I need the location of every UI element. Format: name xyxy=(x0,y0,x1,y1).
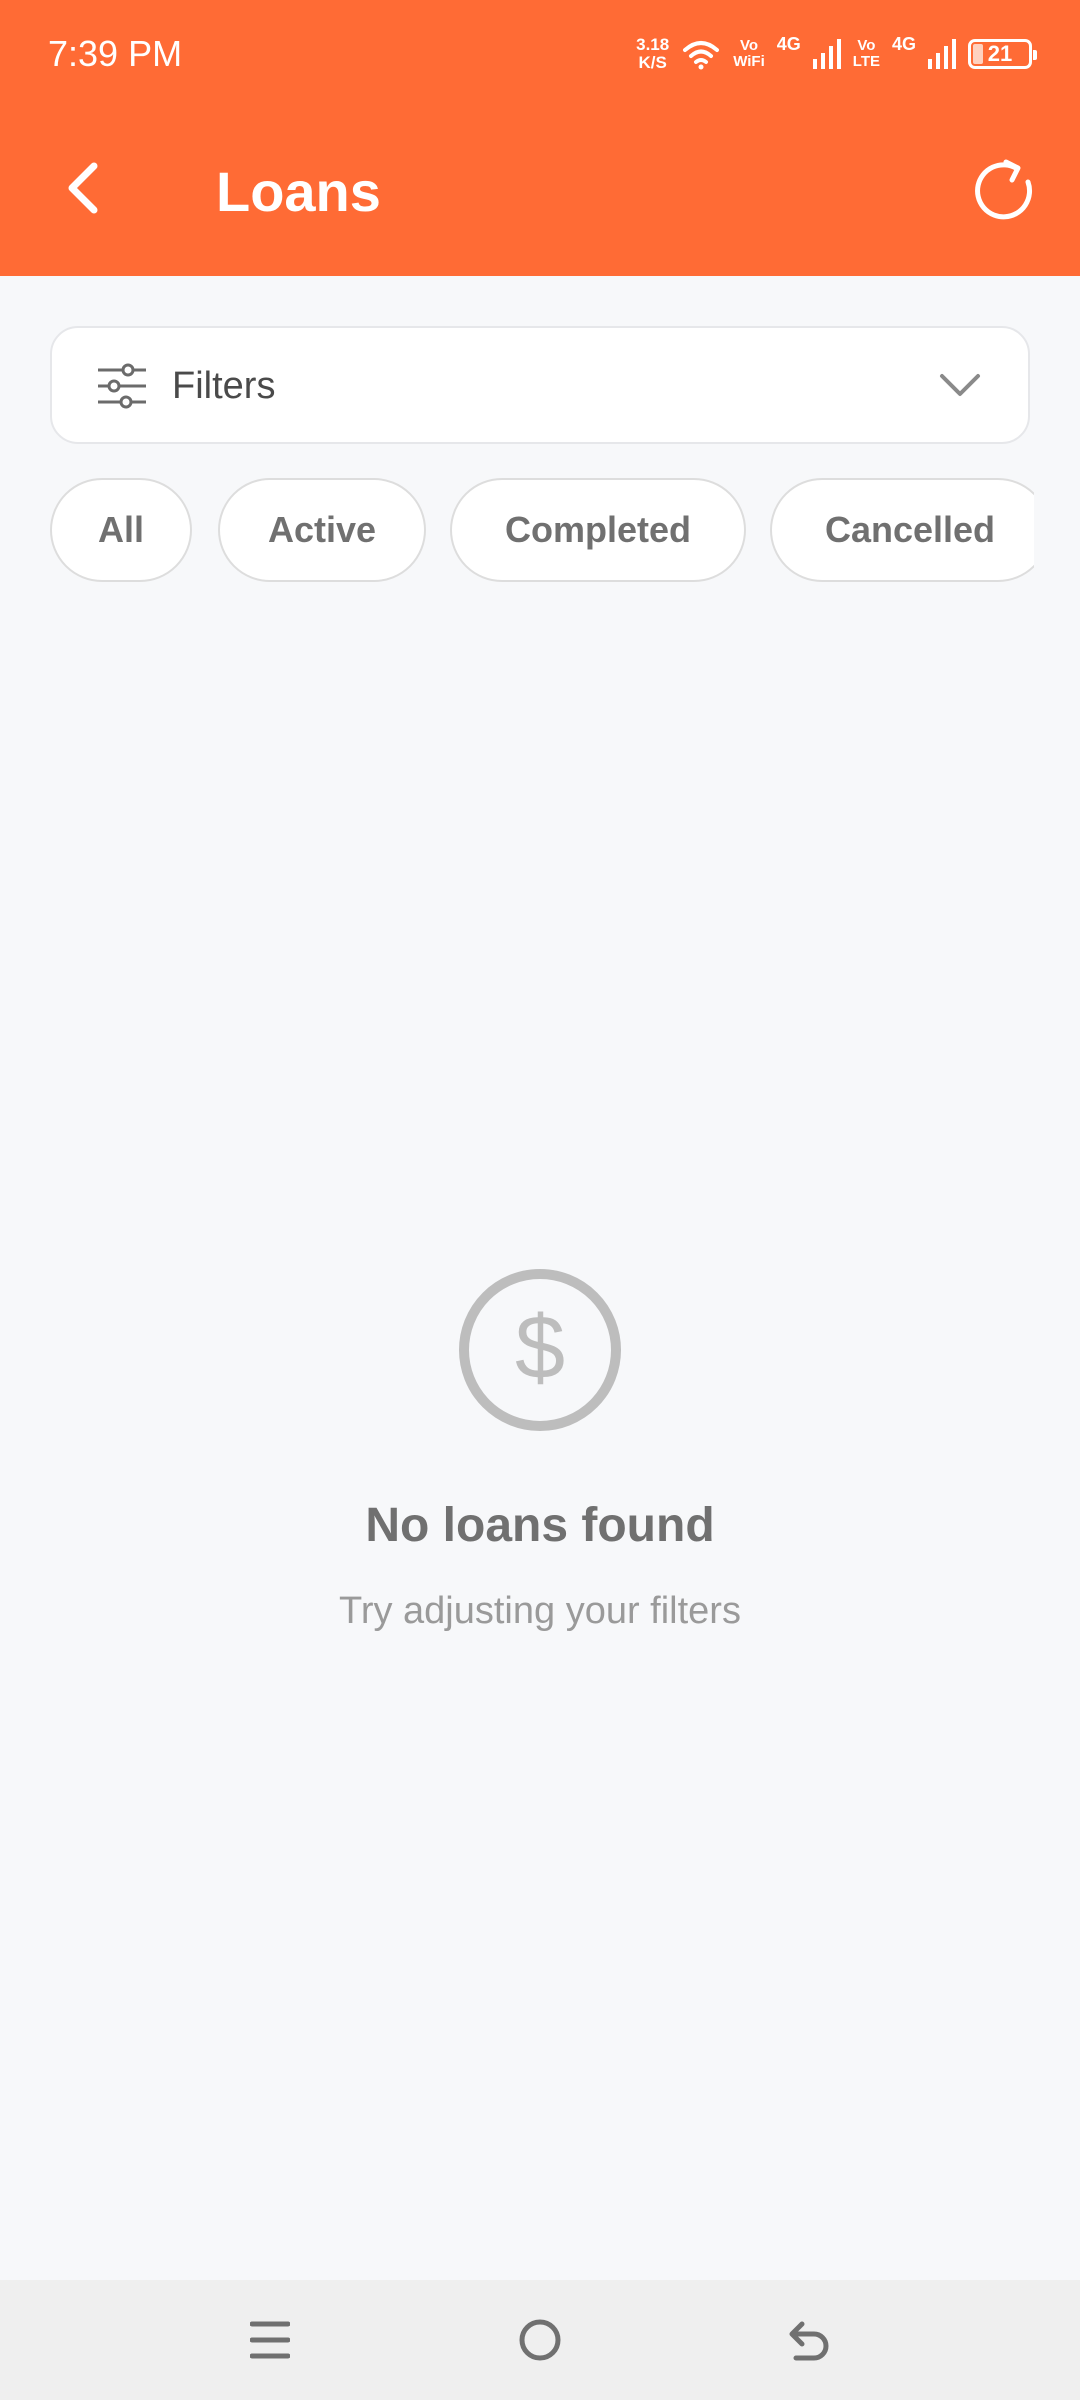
nav-menu-button[interactable] xyxy=(238,2308,302,2372)
network-speed: 3.18 K/S xyxy=(636,36,669,72)
empty-state-subtitle: Try adjusting your filters xyxy=(339,1590,741,1632)
chevron-left-icon xyxy=(68,162,98,214)
vowifi-tag: Vo WiFi xyxy=(733,38,765,70)
system-nav-bar xyxy=(0,2280,1080,2400)
chevron-down-icon xyxy=(940,374,980,396)
signal2-tag: 4G xyxy=(891,34,916,54)
wifi-icon xyxy=(683,41,720,70)
empty-state-title: No loans found xyxy=(365,1499,715,1552)
signal-icon xyxy=(812,39,841,69)
status-bar: 7:39 PM 3.18 K/S Vo WiFi 4G Vo LTE 4G 21 xyxy=(0,0,1080,110)
home-icon xyxy=(519,2319,561,2361)
volte-tag-bottom: LTE xyxy=(852,53,880,70)
filters-label: Filters xyxy=(172,365,276,407)
status-filter-chips: All Active Completed Cancelled xyxy=(50,478,1034,586)
refresh-button[interactable] xyxy=(964,150,1044,230)
signal1-tag: 4G xyxy=(776,34,801,54)
vowifi-tag-bottom: WiFi xyxy=(733,53,765,70)
network-speed-unit: K/S xyxy=(638,53,667,72)
back-button[interactable] xyxy=(48,152,120,224)
volte-tag: Vo LTE xyxy=(853,38,880,70)
chip-all[interactable]: All xyxy=(50,478,192,582)
status-time: 7:39 PM xyxy=(48,33,183,74)
page-title: Loans xyxy=(216,160,381,223)
dollar-circle-icon: $ xyxy=(459,1269,621,1431)
chip-completed[interactable]: Completed xyxy=(450,478,746,582)
nav-back-button[interactable] xyxy=(778,2308,842,2372)
menu-icon xyxy=(250,2321,290,2359)
network-speed-value: 3.18 xyxy=(636,35,670,54)
battery-icon: 21 xyxy=(968,39,1037,69)
battery-level: 21 xyxy=(987,41,1013,66)
nav-home-button[interactable] xyxy=(508,2308,572,2372)
vowifi-tag-top: Vo xyxy=(739,37,759,54)
battery-fill xyxy=(973,44,983,64)
filters-dropdown[interactable]: Filters xyxy=(50,326,1030,444)
back-icon xyxy=(789,2321,829,2361)
signal-icon xyxy=(928,39,956,69)
chip-cancelled[interactable]: Cancelled xyxy=(770,478,1034,582)
refresh-icon xyxy=(975,159,1033,220)
app-header: 7:39 PM 3.18 K/S Vo WiFi 4G Vo LTE 4G 21… xyxy=(0,0,1080,276)
status-icons: 3.18 K/S Vo WiFi 4G Vo LTE 4G 21 xyxy=(636,30,1037,78)
svg-text:$: $ xyxy=(515,1298,565,1398)
sliders-icon xyxy=(98,363,146,409)
volte-tag-top: Vo xyxy=(857,37,876,54)
chip-active[interactable]: Active xyxy=(218,478,426,582)
